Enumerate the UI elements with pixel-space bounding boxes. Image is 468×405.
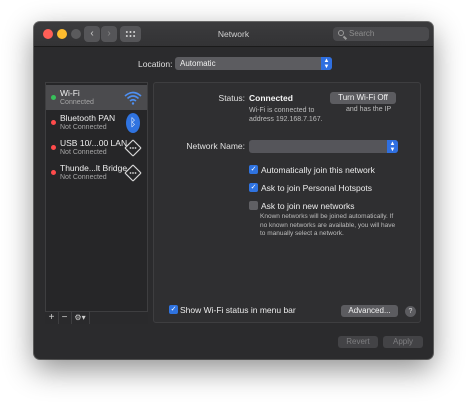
popup-stepper-icon: ▲ ▼: [321, 57, 332, 70]
location-label: Location:: [138, 59, 173, 69]
search-placeholder: Search: [349, 29, 375, 38]
title-bar: ‹ › Network Search: [34, 22, 433, 47]
service-item-thunderbolt-bridge[interactable]: Thunde...lt Bridge Not Connected: [46, 160, 147, 185]
location-popup[interactable]: Automatic ▲ ▼: [175, 57, 332, 70]
add-service-button[interactable]: +: [45, 312, 59, 324]
service-item-wifi[interactable]: Wi-Fi Connected: [46, 85, 147, 110]
new-networks-label: Ask to join new networks: [261, 201, 355, 211]
ethernet-arrows-icon: [123, 138, 143, 158]
apply-button[interactable]: Apply: [383, 336, 423, 348]
personal-hotspots-checkbox[interactable]: ✓: [249, 183, 258, 192]
service-name: Wi-Fi: [60, 88, 80, 98]
help-button[interactable]: ?: [405, 306, 416, 317]
service-actions-gear-icon[interactable]: ⚙▾: [71, 312, 90, 324]
show-wifi-status-checkbox[interactable]: ✓: [169, 305, 178, 314]
search-field[interactable]: Search: [333, 27, 429, 41]
service-status: Not Connected: [60, 174, 107, 181]
service-list: Wi-Fi Connected Bluetooth PAN Not Connec…: [45, 82, 148, 323]
service-name: Thunde...lt Bridge: [60, 163, 128, 173]
service-list-toolbar: + − ⚙▾: [45, 311, 148, 324]
revert-button[interactable]: Revert: [338, 336, 378, 348]
new-networks-checkbox[interactable]: [249, 201, 258, 210]
service-status: Not Connected: [60, 149, 107, 156]
bluetooth-icon: ᛒ: [126, 113, 140, 133]
checkmark-icon: ✓: [250, 166, 257, 173]
service-name: USB 10/...00 LAN: [60, 138, 128, 148]
service-name: Bluetooth PAN: [60, 113, 116, 123]
status-detail-right: and has the IP: [346, 106, 392, 113]
turn-wifi-off-button[interactable]: Turn Wi-Fi Off: [330, 92, 396, 104]
status-label: Status:: [218, 93, 245, 103]
location-value: Automatic: [180, 59, 216, 68]
service-item-bluetooth-pan[interactable]: Bluetooth PAN Not Connected ᛒ: [46, 110, 147, 135]
auto-join-label: Automatically join this network: [261, 165, 375, 175]
checkmark-icon: ✓: [250, 184, 257, 191]
status-dot-connected: [51, 95, 56, 100]
wifi-icon: [123, 88, 143, 108]
status-detail: Wi-Fi is connected to address 192.168.7.…: [249, 107, 323, 123]
status-dot-disconnected: [51, 120, 56, 125]
remove-service-button[interactable]: −: [58, 312, 72, 324]
auto-join-checkbox[interactable]: ✓: [249, 165, 258, 174]
status-dot-disconnected: [51, 170, 56, 175]
service-status: Not Connected: [60, 124, 107, 131]
ethernet-arrows-icon: [123, 163, 143, 183]
checkmark-icon: ✓: [170, 306, 177, 313]
personal-hotspots-label: Ask to join Personal Hotspots: [261, 183, 373, 193]
popup-stepper-icon: ▲ ▼: [387, 140, 398, 153]
service-status: Connected: [60, 99, 94, 106]
new-networks-note: Known networks will be joined automatica…: [260, 213, 396, 237]
advanced-button[interactable]: Advanced...: [341, 305, 398, 317]
service-item-usb-lan[interactable]: USB 10/...00 LAN Not Connected: [46, 135, 147, 160]
search-icon: [338, 30, 344, 36]
show-wifi-status-label: Show Wi-Fi status in menu bar: [180, 305, 296, 315]
status-dot-disconnected: [51, 145, 56, 150]
status-value: Connected: [249, 93, 293, 103]
network-name-label: Network Name:: [186, 141, 245, 151]
network-name-popup[interactable]: ▲ ▼: [249, 140, 398, 153]
